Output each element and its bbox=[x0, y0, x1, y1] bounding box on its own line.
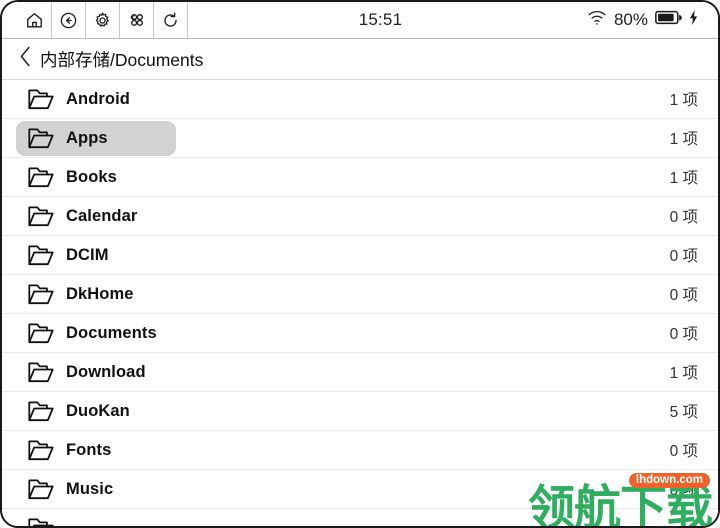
folder-name: Books bbox=[66, 167, 117, 186]
folder-icon bbox=[28, 322, 66, 344]
folder-item-count: 1 项 bbox=[669, 170, 698, 187]
folder-icon bbox=[28, 361, 66, 383]
file-row-content: Android 1 项 bbox=[2, 88, 718, 110]
folder-item-count: 1 项 bbox=[669, 365, 698, 382]
status-bar: 15:51 80% bbox=[2, 2, 718, 39]
folder-icon bbox=[28, 166, 66, 188]
file-list-row[interactable]: Download 1 项 bbox=[2, 353, 718, 392]
file-row-content: DuoKan 5 项 bbox=[2, 400, 718, 422]
folder-item-count: 0 项 bbox=[669, 482, 698, 499]
home-button[interactable] bbox=[18, 2, 52, 38]
folder-name: Android bbox=[66, 89, 130, 108]
folder-icon bbox=[28, 439, 66, 461]
file-row-content: Calendar 0 项 bbox=[2, 205, 718, 227]
battery-icon bbox=[655, 10, 682, 30]
folder-item-count: 0 项 bbox=[669, 443, 698, 460]
folder-icon bbox=[28, 244, 66, 266]
file-list-row[interactable]: Android 1 项 bbox=[2, 80, 718, 119]
file-row-content: DCIM 0 项 bbox=[2, 244, 718, 266]
charging-bolt-icon bbox=[689, 10, 698, 30]
folder-icon bbox=[28, 283, 66, 305]
apps-button[interactable] bbox=[120, 2, 154, 38]
refresh-icon bbox=[161, 11, 180, 30]
file-row-content bbox=[2, 517, 718, 526]
folder-icon bbox=[28, 88, 66, 110]
file-list-row[interactable]: DuoKan 5 项 bbox=[2, 392, 718, 431]
folder-name: Calendar bbox=[66, 206, 138, 225]
folder-name: DCIM bbox=[66, 245, 109, 264]
file-list-row[interactable]: Music 0 项 bbox=[2, 470, 718, 509]
folder-item-count: 0 项 bbox=[669, 248, 698, 265]
folder-icon bbox=[28, 127, 66, 149]
folder-name: Music bbox=[66, 479, 114, 498]
file-list-row[interactable]: Books 1 项 bbox=[2, 158, 718, 197]
back-button[interactable] bbox=[52, 2, 86, 38]
folder-item-count: 0 项 bbox=[669, 326, 698, 343]
folder-item-count: 0 项 bbox=[669, 209, 698, 226]
file-row-content: Music 0 项 bbox=[2, 478, 718, 500]
folder-item-count: 0 项 bbox=[669, 287, 698, 304]
folder-item-count: 1 项 bbox=[669, 131, 698, 148]
file-list-row[interactable]: DCIM 0 项 bbox=[2, 236, 718, 275]
status-indicators: 80% bbox=[587, 2, 718, 38]
refresh-button[interactable] bbox=[154, 2, 188, 38]
file-row-content: DkHome 0 项 bbox=[2, 283, 718, 305]
battery-percent-label: 80% bbox=[613, 10, 648, 29]
folder-icon bbox=[28, 400, 66, 422]
folder-name: Fonts bbox=[66, 440, 112, 459]
breadcrumb-back-button[interactable] bbox=[14, 46, 36, 72]
folder-name: DkHome bbox=[66, 284, 134, 303]
apps-grid-icon bbox=[127, 10, 147, 30]
file-list-row[interactable] bbox=[2, 509, 718, 526]
file-list-row[interactable]: Fonts 0 项 bbox=[2, 431, 718, 470]
settings-gear-icon bbox=[93, 11, 112, 30]
back-icon bbox=[59, 11, 78, 30]
folder-name: DuoKan bbox=[66, 401, 130, 420]
file-row-content: Download 1 项 bbox=[2, 361, 718, 383]
file-row-content: Books 1 项 bbox=[2, 166, 718, 188]
folder-name: Documents bbox=[66, 323, 157, 342]
clock-container: 15:51 bbox=[188, 2, 587, 38]
folder-icon bbox=[28, 478, 66, 500]
folder-icon bbox=[28, 205, 66, 227]
folder-item-count: 1 项 bbox=[669, 92, 698, 109]
file-row-content: Documents 0 项 bbox=[2, 322, 718, 344]
folder-name: Apps bbox=[66, 128, 108, 147]
file-list-row[interactable]: Documents 0 项 bbox=[2, 314, 718, 353]
chevron-left-icon bbox=[19, 46, 32, 72]
breadcrumb: 内部存储/Documents bbox=[2, 39, 718, 80]
folder-name: Download bbox=[66, 362, 146, 381]
clock-label: 15:51 bbox=[358, 10, 403, 29]
file-list[interactable]: Android 1 项 Apps 1 项 Books 1 项 Calendar 0 项 DCIM… bbox=[2, 80, 718, 526]
folder-icon bbox=[28, 517, 66, 526]
home-icon bbox=[25, 11, 44, 30]
folder-item-count: 5 项 bbox=[669, 404, 698, 421]
wifi-icon bbox=[587, 9, 607, 31]
settings-button[interactable] bbox=[86, 2, 120, 38]
file-row-content: Fonts 0 项 bbox=[2, 439, 718, 461]
file-row-content: Apps 1 项 bbox=[2, 127, 718, 149]
breadcrumb-path[interactable]: 内部存储/Documents bbox=[40, 47, 203, 72]
file-list-row[interactable]: DkHome 0 项 bbox=[2, 275, 718, 314]
device-frame: 15:51 80% 内部存储/Documents Android 1 项 App… bbox=[0, 0, 720, 528]
file-list-row[interactable]: Calendar 0 项 bbox=[2, 197, 718, 236]
file-list-row[interactable]: Apps 1 项 bbox=[2, 119, 718, 158]
